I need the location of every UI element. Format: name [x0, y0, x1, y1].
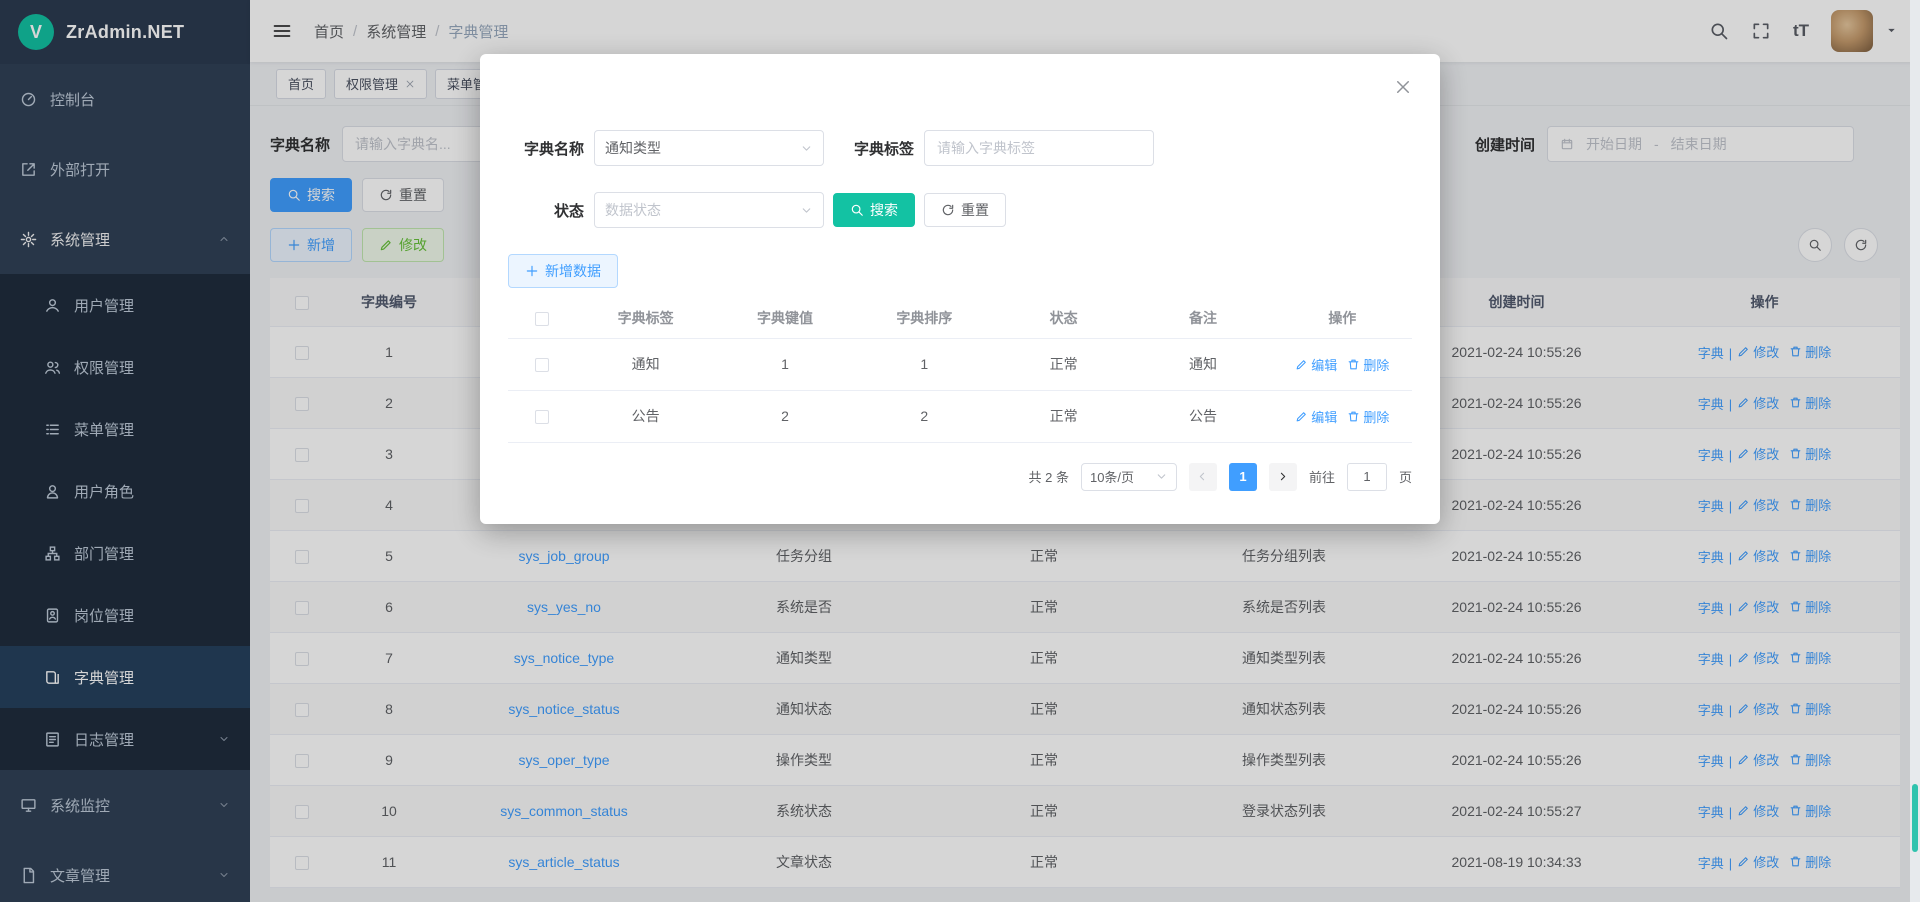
delete-link[interactable]: 删除	[1347, 355, 1389, 374]
dialog-filter-row-1: 字典名称 通知类型 字典标签	[508, 130, 1412, 166]
dict-label-label: 字典标签	[844, 138, 914, 159]
chevron-down-icon	[800, 204, 813, 217]
cell-select	[508, 338, 576, 390]
chevron-left-icon	[1196, 470, 1209, 483]
page-number-button[interactable]: 1	[1229, 463, 1257, 491]
plus-icon	[525, 264, 539, 278]
pencil-icon	[1295, 410, 1308, 423]
trash-icon	[1347, 358, 1360, 371]
row-checkbox[interactable]	[535, 410, 549, 424]
dict-label-input[interactable]	[924, 130, 1154, 166]
prev-page-button[interactable]	[1189, 463, 1217, 491]
dict-name-label: 字典名称	[508, 138, 584, 159]
status-label: 状态	[508, 200, 584, 221]
dialog-search-button[interactable]: 搜索	[833, 193, 915, 227]
cell-dict-value: 1	[715, 338, 854, 390]
page-scrollbar	[1910, 0, 1920, 902]
cell-dict-sort: 2	[855, 390, 994, 442]
cell-status: 正常	[994, 390, 1133, 442]
add-data-label: 新增数据	[545, 261, 601, 281]
col-remark: 备注	[1133, 298, 1272, 338]
col-dict-label: 字典标签	[576, 298, 715, 338]
trash-icon	[1347, 410, 1360, 423]
dict-name-select-value: 通知类型	[605, 138, 661, 158]
dict-name-select[interactable]: 通知类型	[594, 130, 824, 166]
col-status: 状态	[994, 298, 1133, 338]
add-data-button[interactable]: 新增数据	[508, 254, 618, 288]
cell-dict-label: 公告	[576, 390, 715, 442]
next-page-button[interactable]	[1269, 463, 1297, 491]
cell-actions: 编辑删除	[1273, 338, 1412, 390]
pagination-total: 共 2 条	[1029, 467, 1069, 486]
cell-dict-value: 2	[715, 390, 854, 442]
chevron-right-icon	[1276, 470, 1289, 483]
select-all-header	[508, 298, 576, 338]
dict-data-row: 公告22正常公告编辑删除	[508, 390, 1412, 442]
dialog-reset-button[interactable]: 重置	[924, 193, 1006, 227]
cell-select	[508, 390, 576, 442]
pencil-icon	[1295, 358, 1308, 371]
status-select-placeholder: 数据状态	[605, 200, 661, 220]
dialog-reset-label: 重置	[961, 200, 989, 220]
col-dict-sort: 字典排序	[855, 298, 994, 338]
dialog-filter-row-2: 状态 数据状态 搜索 重置	[508, 192, 1412, 228]
chevron-down-icon	[800, 142, 813, 155]
goto-page-input[interactable]	[1347, 463, 1387, 491]
dialog-table-header-row: 字典标签 字典键值 字典排序 状态 备注 操作	[508, 298, 1412, 338]
status-select[interactable]: 数据状态	[594, 192, 824, 228]
dialog-body: 字典名称 通知类型 字典标签 状态 数据状态 搜索 重置 新增数据 字典	[480, 54, 1440, 491]
select-all-checkbox[interactable]	[535, 312, 549, 326]
dict-data-row: 通知11正常通知编辑删除	[508, 338, 1412, 390]
cell-status: 正常	[994, 338, 1133, 390]
cell-remark: 通知	[1133, 338, 1272, 390]
edit-link[interactable]: 编辑	[1295, 355, 1337, 374]
row-checkbox[interactable]	[535, 358, 549, 372]
delete-link[interactable]: 删除	[1347, 407, 1389, 426]
col-actions: 操作	[1273, 298, 1412, 338]
cell-actions: 编辑删除	[1273, 390, 1412, 442]
page-size-value: 10条/页	[1090, 467, 1134, 486]
dialog-search-label: 搜索	[870, 200, 898, 220]
scrollbar-thumb[interactable]	[1912, 784, 1918, 852]
edit-link[interactable]: 编辑	[1295, 407, 1337, 426]
page-size-select[interactable]: 10条/页	[1081, 463, 1177, 491]
dialog-pagination: 共 2 条 10条/页 1 前往 页	[508, 463, 1412, 491]
col-dict-value: 字典键值	[715, 298, 854, 338]
refresh-icon	[941, 203, 955, 217]
dict-data-table: 字典标签 字典键值 字典排序 状态 备注 操作 通知11正常通知编辑删除 公告2…	[508, 298, 1412, 443]
cell-remark: 公告	[1133, 390, 1272, 442]
goto-unit: 页	[1399, 467, 1412, 486]
search-icon	[850, 203, 864, 217]
close-icon[interactable]	[1394, 78, 1412, 96]
chevron-down-icon	[1155, 470, 1168, 483]
cell-dict-sort: 1	[855, 338, 994, 390]
dict-data-dialog: 字典名称 通知类型 字典标签 状态 数据状态 搜索 重置 新增数据 字典	[480, 54, 1440, 524]
cell-dict-label: 通知	[576, 338, 715, 390]
goto-label: 前往	[1309, 467, 1335, 486]
